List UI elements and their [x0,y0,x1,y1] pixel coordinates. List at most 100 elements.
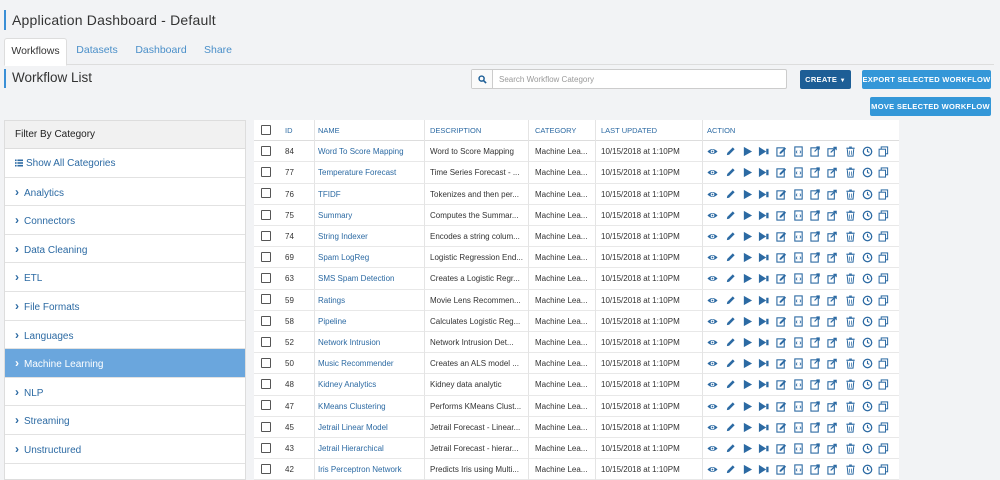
view-icon[interactable] [707,146,718,157]
history-icon[interactable] [862,337,873,348]
edit-details-icon[interactable] [776,422,787,433]
sidebar-item-connectors[interactable]: › Connectors [5,206,245,235]
delete-icon[interactable] [845,210,856,221]
run-icon[interactable] [742,231,753,242]
edit-details-icon[interactable] [776,379,787,391]
edit-details-icon[interactable] [776,464,787,475]
sidebar-item-machine-learning[interactable]: › Machine Learning [5,349,245,378]
delete-icon[interactable] [845,252,856,263]
view-icon[interactable] [707,358,718,369]
edit-icon[interactable] [725,189,736,200]
move-icon[interactable] [810,252,821,263]
view-icon[interactable] [707,443,718,454]
edit-icon[interactable] [725,358,736,369]
row-checkbox[interactable] [261,442,271,453]
view-code-icon[interactable] [793,273,804,285]
export-icon[interactable] [827,422,838,433]
copy-icon[interactable] [878,379,889,390]
row-checkbox[interactable] [261,336,271,347]
history-icon[interactable] [862,443,873,454]
export-icon[interactable] [827,273,838,285]
workflow-name-link[interactable]: Jetrail Hierarchical [318,438,424,459]
view-code-icon[interactable] [793,167,804,179]
workflow-name-link[interactable]: Spam LogReg [318,247,424,268]
sidebar-item-data-cleaning[interactable]: › Data Cleaning [5,235,245,264]
view-icon[interactable] [707,422,718,433]
edit-icon[interactable] [725,422,736,433]
workflow-name-link[interactable]: Iris Perceptron Network [318,459,424,480]
run-icon[interactable] [742,167,753,178]
move-selected-workflow-button[interactable]: MOVE SELECTED WORKFLOW [870,97,991,116]
move-icon[interactable] [810,400,821,412]
edit-icon[interactable] [725,443,736,454]
sidebar-item-nlp[interactable]: › NLP [5,378,245,407]
edit-icon[interactable] [725,379,736,390]
export-icon[interactable] [827,358,838,369]
delete-icon[interactable] [845,189,856,200]
export-icon[interactable] [827,210,838,221]
view-code-icon[interactable] [793,337,804,348]
copy-icon[interactable] [878,210,889,221]
run-with-options-icon[interactable] [758,146,769,157]
edit-details-icon[interactable] [776,252,787,263]
sidebar-item-etl[interactable]: › ETL [5,263,245,292]
edit-details-icon[interactable] [776,401,787,412]
copy-icon[interactable] [878,401,889,412]
move-icon[interactable] [810,294,821,306]
view-icon[interactable] [707,210,718,221]
move-icon[interactable] [810,231,821,242]
view-icon[interactable] [707,273,718,284]
move-icon[interactable] [810,316,821,327]
workflow-name-link[interactable]: Temperature Forecast [318,162,424,183]
view-code-icon[interactable] [793,294,804,306]
delete-icon[interactable] [845,401,856,412]
workflow-name-link[interactable]: Jetrail Linear Model [318,417,424,438]
edit-details-icon[interactable] [776,210,787,221]
view-icon[interactable] [707,252,718,263]
edit-icon[interactable] [725,210,736,221]
run-icon[interactable] [742,443,753,454]
run-with-options-icon[interactable] [758,210,769,221]
export-icon[interactable] [827,231,838,242]
run-icon[interactable] [742,295,753,306]
export-icon[interactable] [827,464,838,475]
workflow-name-link[interactable]: SMS Spam Detection [318,268,424,289]
edit-details-icon[interactable] [776,273,787,285]
delete-icon[interactable] [845,231,856,242]
row-checkbox[interactable] [261,188,271,199]
history-icon[interactable] [862,422,873,433]
row-checkbox[interactable] [261,400,271,411]
workflow-name-link[interactable]: Summary [318,205,424,226]
sidebar-item-languages[interactable]: › Languages [5,321,245,350]
row-checkbox[interactable] [261,315,271,326]
row-checkbox[interactable] [261,209,271,220]
sidebar-item-unstructured[interactable]: › Unstructured [5,435,245,464]
history-icon[interactable] [862,210,873,221]
run-with-options-icon[interactable] [758,464,769,475]
copy-icon[interactable] [878,358,889,369]
export-icon[interactable] [827,379,838,391]
run-with-options-icon[interactable] [758,189,769,200]
run-icon[interactable] [742,422,753,433]
workflow-name-link[interactable]: Music Recommender [318,353,424,374]
run-with-options-icon[interactable] [758,379,769,390]
delete-icon[interactable] [845,358,856,369]
export-icon[interactable] [827,401,838,412]
view-code-icon[interactable] [793,210,804,221]
copy-icon[interactable] [878,146,889,157]
edit-details-icon[interactable] [776,167,787,179]
copy-icon[interactable] [878,189,889,200]
edit-icon[interactable] [725,167,736,178]
row-checkbox[interactable] [261,273,271,284]
run-with-options-icon[interactable] [758,252,769,263]
row-checkbox[interactable] [261,464,271,475]
delete-icon[interactable] [845,443,856,454]
run-icon[interactable] [742,210,753,221]
history-icon[interactable] [862,189,873,200]
view-icon[interactable] [707,337,718,348]
row-checkbox[interactable] [261,230,271,241]
move-icon[interactable] [810,167,821,179]
tab-dashboard[interactable]: Dashboard [130,38,192,65]
history-icon[interactable] [862,295,873,306]
copy-icon[interactable] [878,252,889,263]
